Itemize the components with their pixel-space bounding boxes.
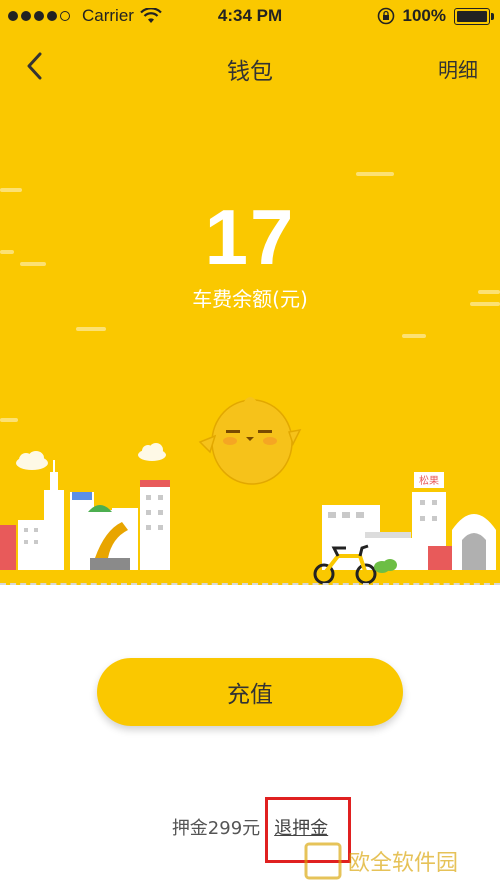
battery-percent: 100% <box>402 6 446 25</box>
cloud-icon <box>16 443 166 470</box>
wallet-header-area: Carrier 4:34 PM 100% 钱包 明细 17 车费余额(元) 松果 <box>0 0 500 585</box>
status-bar: Carrier 4:34 PM 100% <box>0 0 500 34</box>
watermark-logo-icon <box>304 842 342 880</box>
cloud-stripe <box>356 172 394 176</box>
watermark-text: 欧全软件园 <box>348 851 458 876</box>
balance-amount: 17 <box>204 193 296 281</box>
balance-label: 车费余额(元) <box>192 287 308 311</box>
shop-sign-text: 松果 <box>419 474 439 487</box>
lock-rotation-icon <box>377 7 394 25</box>
city-bike-illustration: 松果 <box>0 397 496 585</box>
mascot-chick-icon <box>198 397 302 485</box>
navigation-bar: 钱包 明细 <box>0 40 500 92</box>
detail-button[interactable]: 明细 <box>438 54 478 83</box>
deposit-amount: 押金299元 <box>171 818 261 839</box>
page-title: 钱包 <box>227 59 273 85</box>
road-divider <box>0 583 500 585</box>
deposit-row: 押金299元 退押金 <box>0 814 500 840</box>
cloud-stripe <box>402 334 426 338</box>
battery-icon <box>454 7 494 25</box>
recharge-button[interactable]: 充值 <box>97 658 403 726</box>
status-right: 100% <box>377 6 494 26</box>
city-buildings-left <box>0 460 170 570</box>
cloud-stripe <box>76 327 106 331</box>
site-watermark: 欧全软件园 <box>304 842 458 880</box>
